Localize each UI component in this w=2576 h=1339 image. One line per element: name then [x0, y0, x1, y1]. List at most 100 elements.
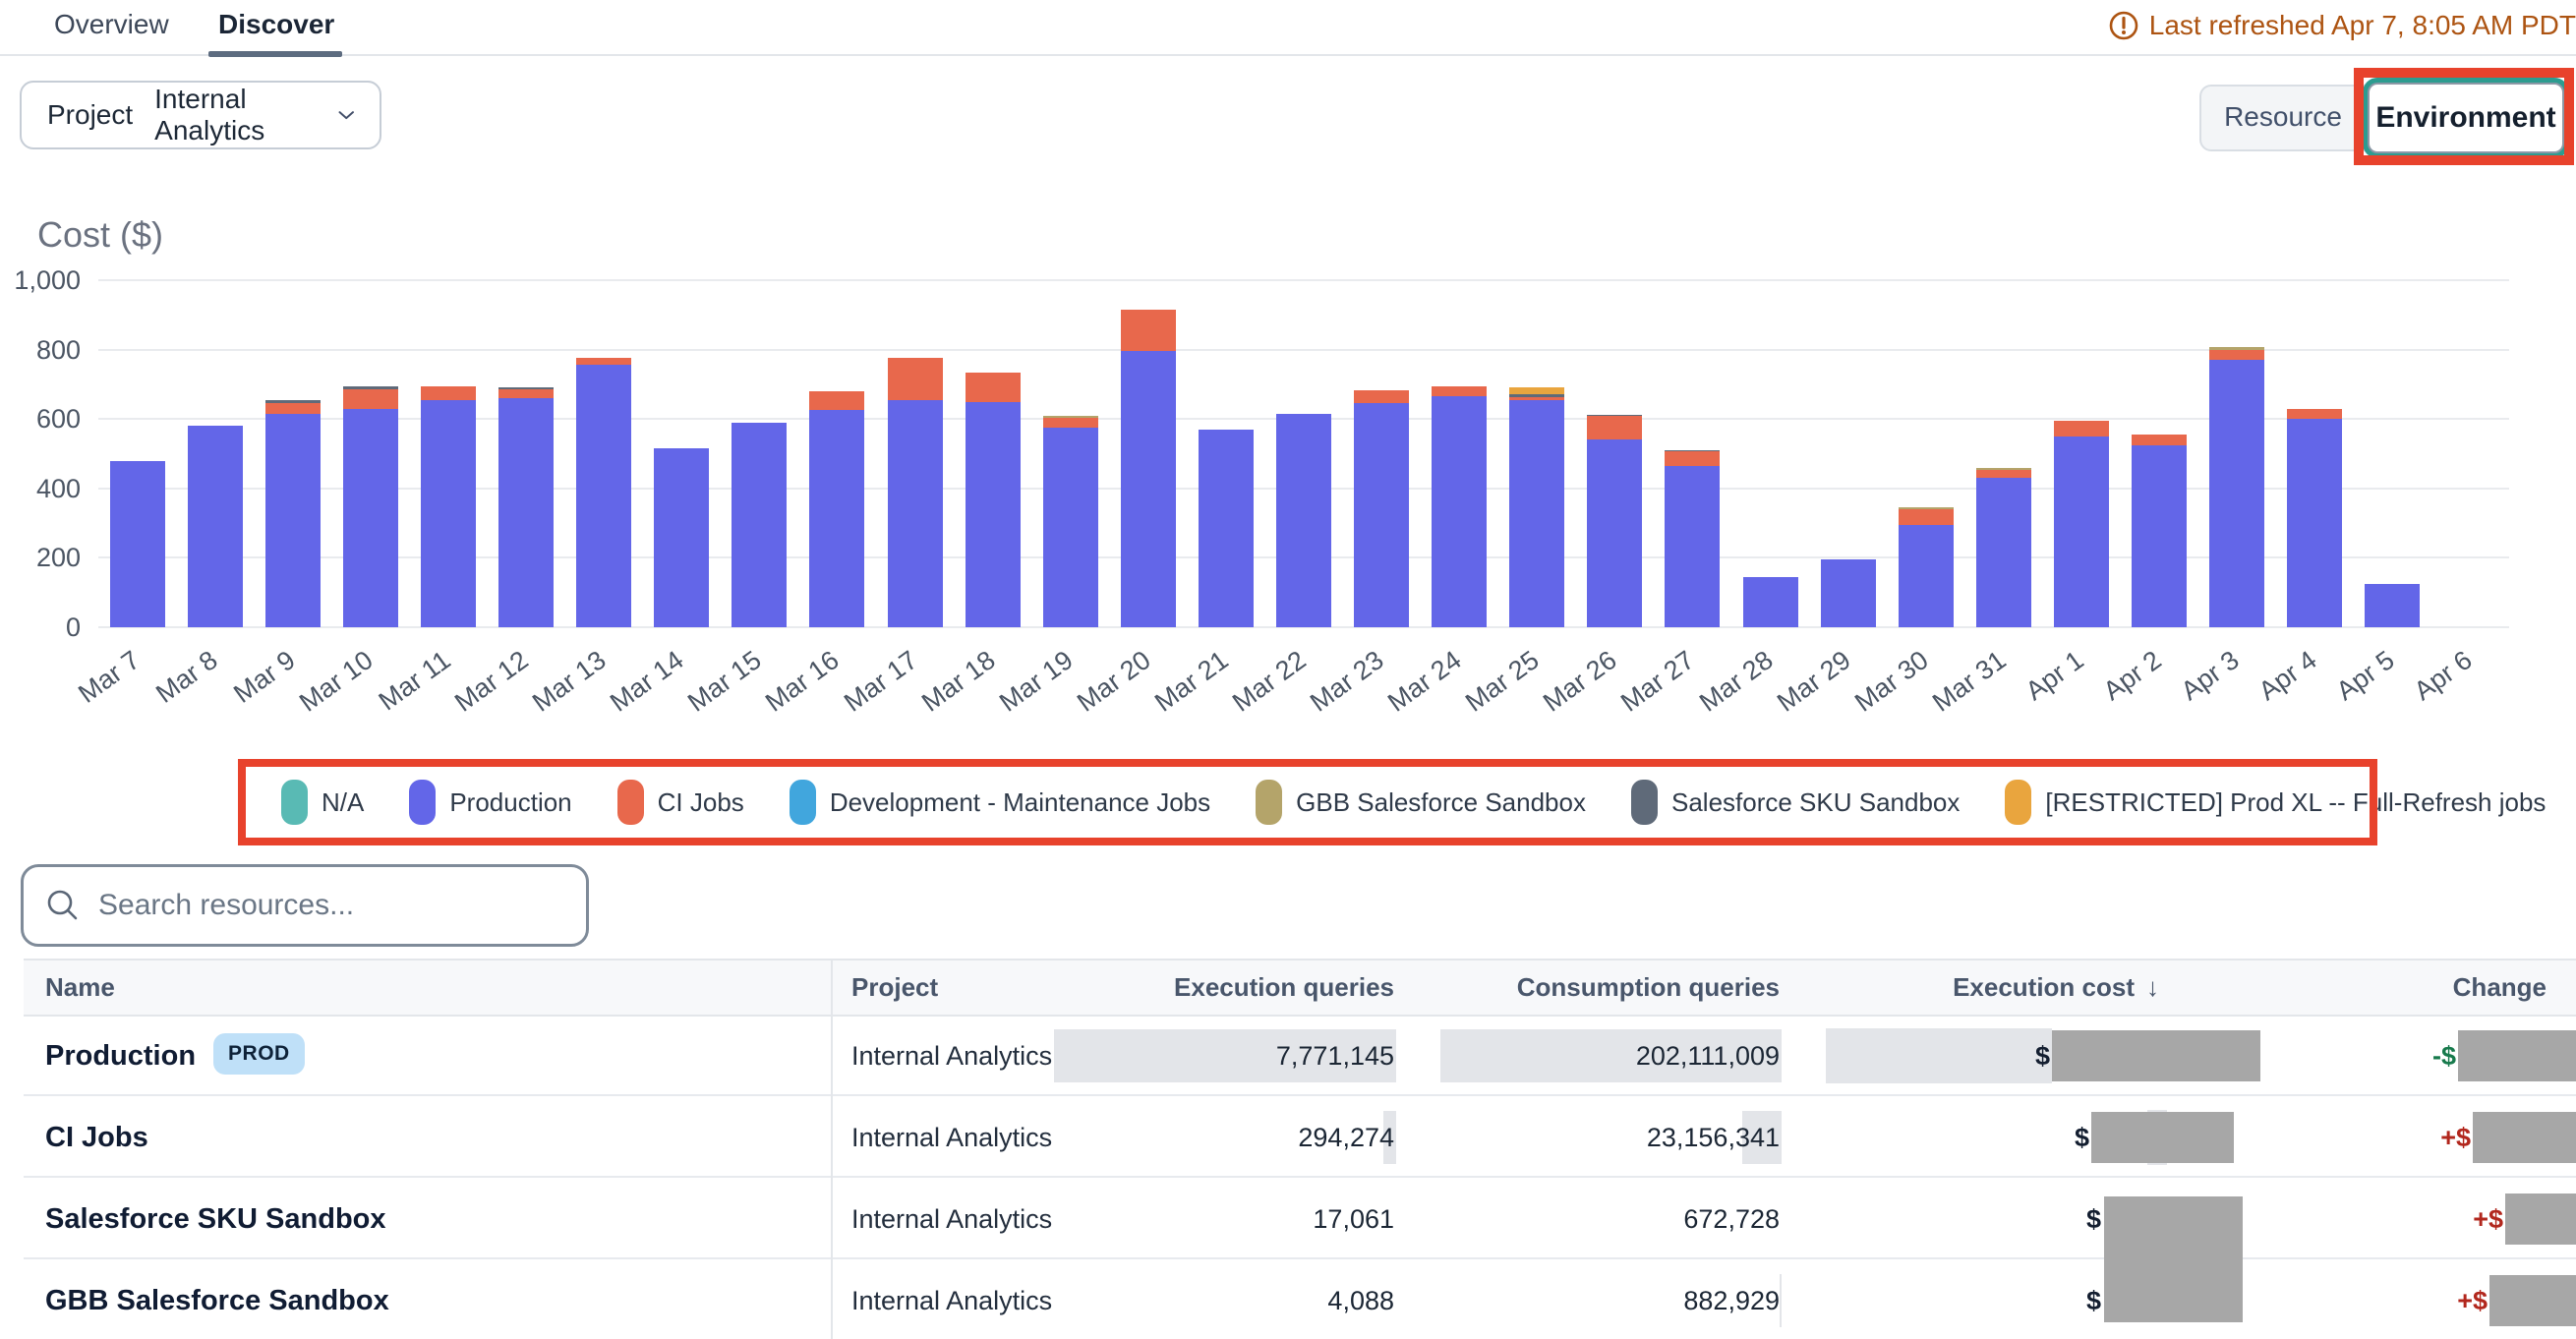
execution-cost-currency: $ — [2075, 1098, 2089, 1178]
bar-segment-production[interactable] — [1432, 396, 1487, 627]
resource-toggle-button[interactable]: Resource — [2199, 85, 2367, 151]
bar-segment-production[interactable] — [110, 461, 165, 627]
bar-segment-ci-jobs[interactable] — [1665, 451, 1720, 466]
redaction-box-change — [2458, 1030, 2576, 1081]
bar-segment-ci-jobs[interactable] — [1043, 418, 1098, 428]
legend-item[interactable]: Salesforce SKU Sandbox — [1631, 780, 1960, 825]
bar-segment-production[interactable] — [732, 423, 787, 627]
column-header-change[interactable]: Change — [2453, 961, 2547, 1015]
change-value-prefix: +$ — [2457, 1261, 2488, 1339]
bar-segment-salesforce-sku-sandbox[interactable] — [498, 387, 554, 389]
bar-segment-production[interactable] — [2054, 437, 2109, 627]
bar-segment-production[interactable] — [1043, 428, 1098, 627]
column-header-name[interactable]: Name — [45, 961, 115, 1015]
chart-gridline — [98, 349, 2509, 351]
bar-segment-production[interactable] — [576, 365, 631, 627]
bar-segment-production[interactable] — [1743, 577, 1798, 627]
bar-segment-production[interactable] — [2209, 360, 2264, 627]
bar-segment-ci-jobs[interactable] — [576, 358, 631, 365]
legend-item[interactable]: N/A — [281, 780, 364, 825]
bar-segment-salesforce-sku-sandbox[interactable] — [343, 386, 398, 389]
column-header-execution-queries[interactable]: Execution queries — [1174, 961, 1394, 1015]
bar-segment-gbb-salesforce-sandbox[interactable] — [2209, 347, 2264, 349]
legend-item[interactable]: Development - Maintenance Jobs — [790, 780, 1210, 825]
y-axis-tick-label: 400 — [0, 473, 81, 504]
execution-queries-value: 4,088 — [1327, 1261, 1394, 1339]
bar-segment-ci-jobs[interactable] — [2287, 409, 2342, 419]
bar-segment-ci-jobs[interactable] — [1354, 390, 1409, 403]
legend-item[interactable]: [RESTRICTED] Prod XL -- Full-Refresh job… — [2005, 780, 2546, 825]
bar-segment-production[interactable] — [1354, 403, 1409, 627]
bar-segment-production[interactable] — [1587, 439, 1642, 627]
legend-item[interactable]: GBB Salesforce Sandbox — [1256, 780, 1586, 825]
bar-segment-production[interactable] — [2287, 419, 2342, 627]
search-input[interactable] — [98, 889, 531, 922]
tab-discover[interactable]: Discover — [218, 0, 334, 54]
bar-segment-production[interactable] — [2365, 584, 2420, 627]
bar-segment-ci-jobs[interactable] — [809, 391, 864, 410]
bar-segment-salesforce-sku-sandbox[interactable] — [1587, 415, 1642, 417]
bar-segment-ci-jobs[interactable] — [966, 373, 1021, 402]
column-header-consumption-queries[interactable]: Consumption queries — [1517, 961, 1780, 1015]
bar-segment-gbb-salesforce-sandbox[interactable] — [1043, 416, 1098, 418]
bar-segment-production[interactable] — [1899, 525, 1954, 627]
bar-segment-salesforce-sku-sandbox[interactable] — [265, 400, 321, 404]
resource-name: CI Jobs — [45, 1098, 148, 1178]
bar-segment-ci-jobs[interactable] — [2132, 435, 2187, 445]
bar-segment-ci-jobs[interactable] — [1509, 397, 1564, 400]
bar-segment-ci-jobs[interactable] — [498, 389, 554, 398]
bar-segment-production[interactable] — [809, 410, 864, 627]
legend-item[interactable]: Production — [409, 780, 571, 825]
bar-segment--restricted-prod-xl-full-refresh-jobs[interactable] — [1509, 387, 1564, 394]
bar-segment-production[interactable] — [1665, 466, 1720, 627]
bar-segment-ci-jobs[interactable] — [888, 358, 943, 399]
project-filter-dropdown[interactable]: Project Internal Analytics — [20, 81, 381, 149]
consumption-queries-value: 23,156,341 — [1647, 1098, 1780, 1178]
project-cell: Internal Analytics — [851, 1098, 1052, 1178]
bar-segment-production[interactable] — [1509, 400, 1564, 627]
bar-segment-ci-jobs[interactable] — [1121, 310, 1176, 351]
bar-segment-production[interactable] — [2132, 445, 2187, 627]
table-row[interactable]: CI JobsInternal Analytics294,27423,156,3… — [24, 1098, 2576, 1178]
bar-segment-ci-jobs[interactable] — [421, 386, 476, 400]
legend-item[interactable]: CI Jobs — [617, 780, 744, 825]
bar-segment-production[interactable] — [421, 400, 476, 627]
bar-segment-production[interactable] — [188, 426, 243, 627]
bar-segment-gbb-salesforce-sandbox[interactable] — [1976, 468, 2031, 470]
bar-segment-salesforce-sku-sandbox[interactable] — [1509, 394, 1564, 397]
execution-cost-currency: $ — [2035, 1017, 2050, 1096]
environment-toggle-button[interactable]: Environment — [2368, 83, 2564, 153]
bar-segment-ci-jobs[interactable] — [265, 403, 321, 414]
redaction-box-change — [2489, 1275, 2576, 1326]
bar-segment-production[interactable] — [1276, 414, 1331, 627]
bar-segment-production[interactable] — [1821, 559, 1876, 627]
bar-segment-production[interactable] — [888, 400, 943, 627]
table-row[interactable]: ProductionPRODInternal Analytics7,771,14… — [24, 1017, 2576, 1096]
bar-segment-ci-jobs[interactable] — [2209, 350, 2264, 361]
column-header-execution-cost[interactable]: Execution cost↓ — [1953, 961, 2159, 1015]
bar-segment-production[interactable] — [1121, 351, 1176, 627]
bar-segment-gbb-salesforce-sandbox[interactable] — [1899, 507, 1954, 509]
project-cell: Internal Analytics — [851, 1180, 1052, 1259]
column-header-project[interactable]: Project — [851, 961, 938, 1015]
redaction-box-cost — [2091, 1112, 2234, 1163]
execution-cost-label: Execution cost — [1953, 972, 2135, 1002]
bar-segment-ci-jobs[interactable] — [343, 389, 398, 408]
search-icon — [45, 888, 81, 923]
bar-segment-production[interactable] — [343, 409, 398, 627]
chart-legend: N/A Production CI Jobs Development - Mainte… — [238, 759, 2377, 845]
legend-label: CI Jobs — [658, 787, 744, 818]
bar-segment-ci-jobs[interactable] — [2054, 421, 2109, 437]
bar-segment-production[interactable] — [265, 414, 321, 627]
bar-segment-production[interactable] — [1199, 430, 1254, 627]
bar-segment-ci-jobs[interactable] — [1976, 470, 2031, 478]
bar-segment-ci-jobs[interactable] — [1899, 509, 1954, 525]
bar-segment-production[interactable] — [1976, 478, 2031, 627]
bar-segment-production[interactable] — [654, 448, 709, 627]
bar-segment-production[interactable] — [498, 398, 554, 627]
bar-segment-salesforce-sku-sandbox[interactable] — [1665, 450, 1720, 451]
bar-segment-ci-jobs[interactable] — [1432, 386, 1487, 397]
tab-overview[interactable]: Overview — [54, 0, 169, 54]
bar-segment-ci-jobs[interactable] — [1587, 416, 1642, 439]
bar-segment-production[interactable] — [966, 402, 1021, 627]
